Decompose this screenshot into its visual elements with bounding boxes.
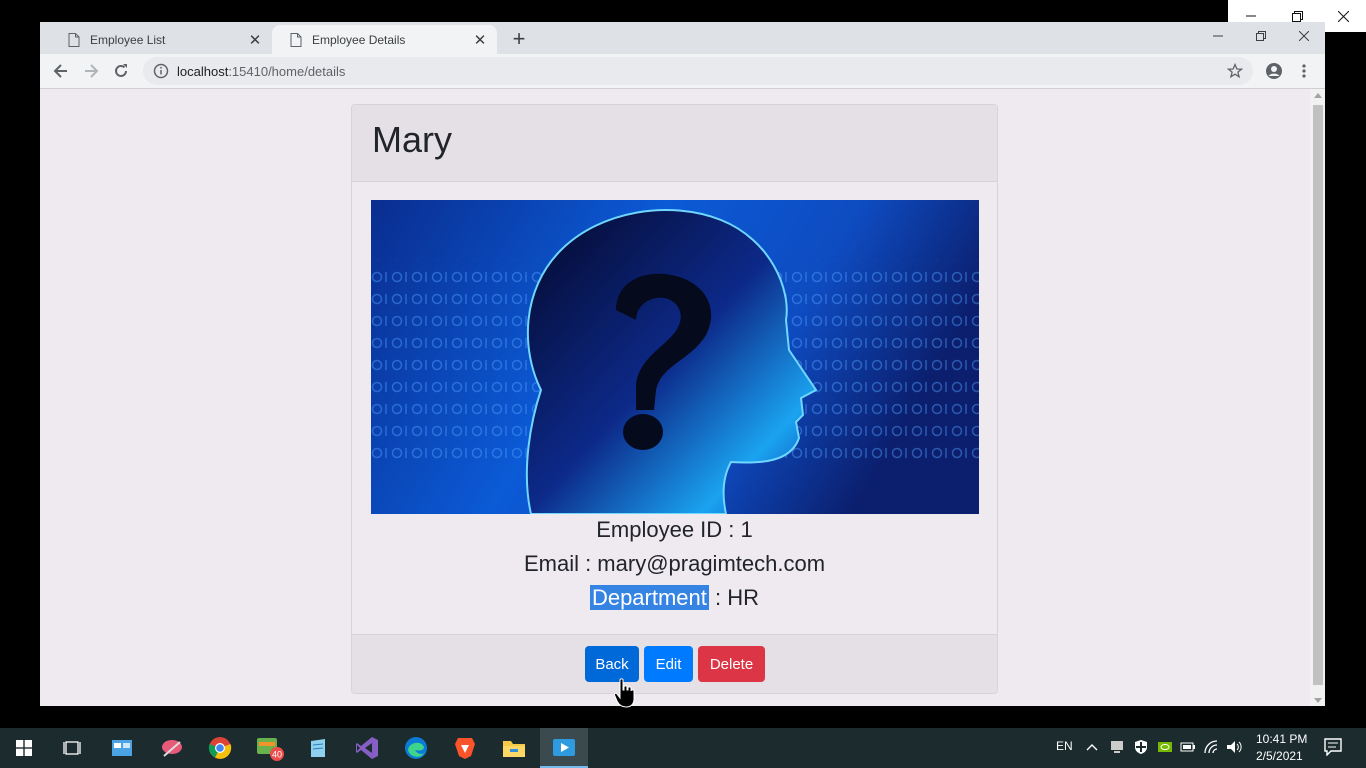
url-host: localhost	[177, 63, 229, 79]
employee-department: Department : HR	[352, 585, 997, 611]
shield-icon[interactable]	[1133, 739, 1149, 755]
forward-arrow-icon[interactable]	[79, 59, 103, 83]
browser-toolbar: localhost:15410/home/details	[40, 54, 1325, 88]
tab-title: Employee Details	[312, 32, 406, 47]
address-bar[interactable]: localhost:15410/home/details	[143, 57, 1253, 85]
employee-card: Mary Employee ID: 1 Email: mary@pragim…	[351, 104, 998, 694]
browser-window: Employee List ✕ Employee Details ✕ + loc…	[40, 22, 1325, 706]
windows-taskbar: 40 EN 10:41 PM 2/5/2021	[0, 728, 1366, 768]
chrome-icon[interactable]	[196, 728, 244, 768]
browser-minimize-icon[interactable]	[1196, 26, 1239, 46]
page-viewport: Mary Employee ID: 1 Email: mary@pragim…	[40, 88, 1325, 706]
document-icon	[68, 32, 80, 47]
tab-title: Employee List	[90, 32, 166, 47]
department-label-selected: Department	[589, 585, 709, 610]
card-body: Employee ID : 1 Email : mary@pragimtech.…	[352, 182, 997, 635]
department-value: : HR	[708, 585, 760, 610]
badge-count: 40	[272, 750, 282, 760]
close-icon[interactable]	[1320, 0, 1366, 32]
package-badge-icon[interactable]: 40	[246, 728, 294, 768]
hand-cursor-icon	[614, 678, 635, 708]
menu-kebab-icon[interactable]	[1292, 59, 1316, 83]
control-panel-icon[interactable]	[98, 728, 146, 768]
edit-button[interactable]: Edit	[644, 646, 693, 682]
bookmark-star-icon[interactable]	[1227, 63, 1243, 79]
task-view-icon[interactable]	[48, 728, 96, 768]
back-button[interactable]: Back	[585, 646, 639, 682]
employee-name: Mary	[352, 105, 997, 182]
edge-icon[interactable]	[392, 728, 440, 768]
employee-photo	[371, 200, 979, 514]
new-tab-plus-icon[interactable]: +	[507, 26, 531, 51]
reload-icon[interactable]	[109, 59, 133, 83]
browser-close-icon[interactable]	[1282, 26, 1325, 46]
battery-icon[interactable]	[1180, 741, 1196, 753]
input-language[interactable]: EN	[1056, 739, 1073, 753]
tab-employee-list[interactable]: Employee List ✕	[50, 25, 272, 54]
visual-studio-icon[interactable]	[343, 728, 391, 768]
back-arrow-icon[interactable]	[49, 59, 73, 83]
browser-restore-icon[interactable]	[1239, 26, 1282, 46]
nvidia-icon[interactable]	[1157, 740, 1173, 754]
vertical-scrollbar[interactable]	[1310, 89, 1325, 706]
brave-icon[interactable]	[441, 728, 489, 768]
clock[interactable]: 10:41 PM 2/5/2021	[1256, 731, 1307, 765]
url-path: :15410/home/details	[228, 63, 346, 79]
card-footer: Back Edit Delete	[352, 634, 997, 693]
media-player-icon[interactable]	[540, 728, 588, 768]
windows-start-icon[interactable]	[0, 728, 48, 768]
wifi-icon[interactable]	[1203, 739, 1219, 755]
tab-close-icon[interactable]: ✕	[472, 32, 488, 49]
browser-window-controls	[1196, 26, 1325, 46]
scroll-down-arrow-icon[interactable]	[1314, 698, 1322, 703]
file-explorer-icon[interactable]	[490, 728, 538, 768]
profile-icon[interactable]	[1262, 59, 1286, 83]
document-icon	[290, 32, 302, 47]
notification-center-icon[interactable]	[1324, 738, 1342, 756]
info-icon[interactable]	[153, 63, 169, 79]
clock-time: 10:41 PM	[1256, 732, 1308, 746]
clock-date: 2/5/2021	[1256, 749, 1303, 763]
tab-employee-details[interactable]: Employee Details ✕	[272, 25, 497, 54]
tab-strip: Employee List ✕ Employee Details ✕ +	[40, 22, 1325, 54]
snipping-tool-icon[interactable]	[148, 728, 196, 768]
notepad-icon[interactable]	[294, 728, 342, 768]
delete-button[interactable]: Delete	[698, 646, 765, 682]
employee-id: Employee ID : 1	[596, 517, 753, 542]
scrollbar-thumb[interactable]	[1313, 105, 1323, 685]
chevron-up-icon[interactable]	[1086, 742, 1098, 752]
volume-icon[interactable]	[1226, 739, 1244, 755]
scroll-up-arrow-icon[interactable]	[1314, 93, 1322, 98]
tab-close-icon[interactable]: ✕	[247, 32, 263, 49]
device-icon[interactable]	[1110, 740, 1124, 754]
employee-email: Email : mary@pragimtech.com	[523, 551, 826, 576]
